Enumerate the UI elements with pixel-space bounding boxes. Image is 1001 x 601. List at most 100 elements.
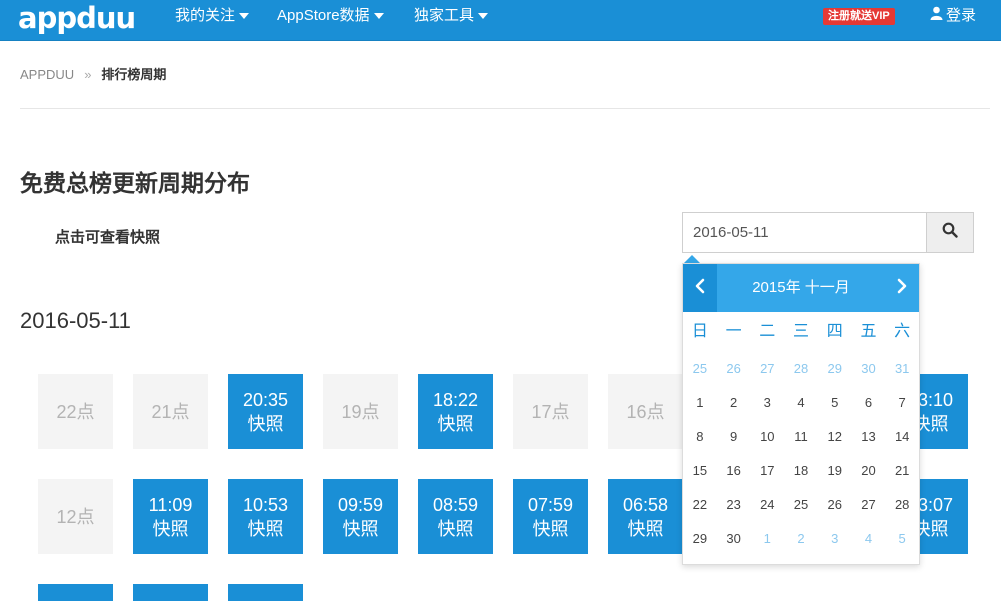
nav-item-my-follow[interactable]: 我的关注 [175,0,250,32]
calendar-day-other-month[interactable]: 30 [852,358,886,392]
snapshot-tile[interactable] [228,584,303,601]
calendar-day-other-month[interactable]: 27 [750,358,784,392]
caret-down-icon [373,13,384,20]
snapshot-tile[interactable]: 10:53 快照 [228,479,303,554]
tile-label: 17点 [531,401,570,422]
snapshot-tile[interactable]: 06:58 快照 [608,479,683,554]
snapshot-tile[interactable] [133,584,208,601]
calendar-day-other-month[interactable]: 25 [683,358,717,392]
calendar-day-other-month[interactable]: 1 [750,528,784,562]
tile-time: 08:59 [432,494,479,515]
tile-time: 10:53 [242,494,289,515]
calendar-day-other-month[interactable]: 29 [818,358,852,392]
calendar-day[interactable]: 28 [885,494,919,528]
calendar-day[interactable]: 8 [683,426,717,460]
snapshot-tile[interactable]: 09:59 快照 [323,479,398,554]
calendar-day[interactable]: 9 [717,426,751,460]
login-link[interactable]: 登录 [930,0,976,32]
tile-time: 09:59 [337,494,384,515]
calendar-day[interactable]: 19 [818,460,852,494]
calendar-day[interactable]: 13 [852,426,886,460]
calendar-week: 25 26 27 28 29 30 31 [683,358,919,392]
calendar-day[interactable]: 23 [717,494,751,528]
calendar-day[interactable]: 12 [818,426,852,460]
calendar-day[interactable]: 20 [852,460,886,494]
calendar-day[interactable]: 16 [717,460,751,494]
next-month-button[interactable] [885,264,919,312]
calendar-day-other-month[interactable]: 2 [784,528,818,562]
snapshot-tile[interactable]: 11:09 快照 [133,479,208,554]
snapshot-tile[interactable]: 20:35 快照 [228,374,303,449]
calendar-week: 1234567 [683,392,919,426]
calendar-day[interactable]: 15 [683,460,717,494]
tile-label: 22点 [56,401,95,422]
calendar-day-other-month[interactable]: 5 [885,528,919,562]
calendar-day[interactable]: 26 [818,494,852,528]
nav-item-label: AppStore数据 [277,7,370,24]
caret-down-icon [478,13,489,20]
page-title: 免费总榜更新周期分布 [20,170,250,196]
calendar-day[interactable]: 30 [717,528,751,562]
calendar-day[interactable]: 21 [885,460,919,494]
tile-time: 07:59 [527,494,574,515]
nav-item-exclusive-tools[interactable]: 独家工具 [414,0,489,32]
logo[interactable]: appduu [18,2,136,34]
hour-tile-empty: 21点 [133,374,208,449]
calendar-day[interactable]: 24 [750,494,784,528]
tile-label: 19点 [341,401,380,422]
calendar-day[interactable]: 3 [750,392,784,426]
snapshot-tile[interactable]: 07:59 快照 [513,479,588,554]
calendar-title[interactable]: 2015年 十一月 [717,264,885,312]
tile-label: 16点 [626,401,665,422]
calendar-day[interactable]: 25 [784,494,818,528]
snapshot-tile[interactable]: 18:22 快照 [418,374,493,449]
tile-time: 20:35 [242,389,289,410]
calendar-week: 29 30 1 2 3 4 5 [683,528,919,562]
calendar-day[interactable]: 22 [683,494,717,528]
hour-tile-empty: 17点 [513,374,588,449]
calendar-day[interactable]: 17 [750,460,784,494]
divider [20,108,990,109]
weekday-label: 二 [759,323,776,340]
tile-time: 11:09 [148,494,193,515]
snapshot-hint: 点击可查看快照 [55,229,161,246]
calendar-week: 22 23 24 25 26 27 28 [683,494,919,528]
prev-month-button[interactable] [683,264,717,312]
search-button[interactable] [926,212,974,253]
tile-label: 快照 [342,518,379,539]
vip-badge[interactable]: 注册就送VIP [823,8,895,25]
chevron-left-icon [694,278,706,299]
calendar-day[interactable]: 27 [852,494,886,528]
calendar-day[interactable]: 6 [852,392,886,426]
calendar-day[interactable]: 11 [784,426,818,460]
calendar-day[interactable]: 5 [818,392,852,426]
date-heading: 2016-05-11 [20,308,131,333]
calendar-day[interactable]: 29 [683,528,717,562]
nav-item-appstore-data[interactable]: AppStore数据 [277,0,384,32]
nav-item-label: 我的关注 [175,7,236,24]
hour-tile-empty: 12点 [38,479,113,554]
caret-down-icon [239,13,250,20]
calendar-day-other-month[interactable]: 31 [885,358,919,392]
tile-time: 18:22 [432,389,479,410]
date-input[interactable] [682,212,927,253]
calendar-day-other-month[interactable]: 28 [784,358,818,392]
calendar-day-other-month[interactable]: 26 [717,358,751,392]
breadcrumb-home[interactable]: APPDUU [20,67,74,82]
calendar-day[interactable]: 4 [784,392,818,426]
tile-label: 快照 [247,413,284,434]
calendar-day-other-month[interactable]: 3 [818,528,852,562]
calendar-day-other-month[interactable]: 4 [852,528,886,562]
calendar-day[interactable]: 1 [683,392,717,426]
snapshot-tile[interactable] [38,584,113,601]
calendar-day[interactable]: 10 [750,426,784,460]
calendar-day[interactable]: 18 [784,460,818,494]
calendar-day[interactable]: 7 [885,392,919,426]
weekday-label: 六 [894,323,911,340]
snapshot-tile[interactable]: 08:59 快照 [418,479,493,554]
breadcrumb: APPDUU » 排行榜周期 [20,64,166,83]
calendar-day[interactable]: 14 [885,426,919,460]
calendar-day[interactable]: 2 [717,392,751,426]
weekday-label: 四 [826,323,843,340]
calendar-days: 25 26 27 28 29 30 31 1 2 3 4 5 6 7 8 9 10 11 12 13 14 15 16 17 1… [683,358,919,562]
